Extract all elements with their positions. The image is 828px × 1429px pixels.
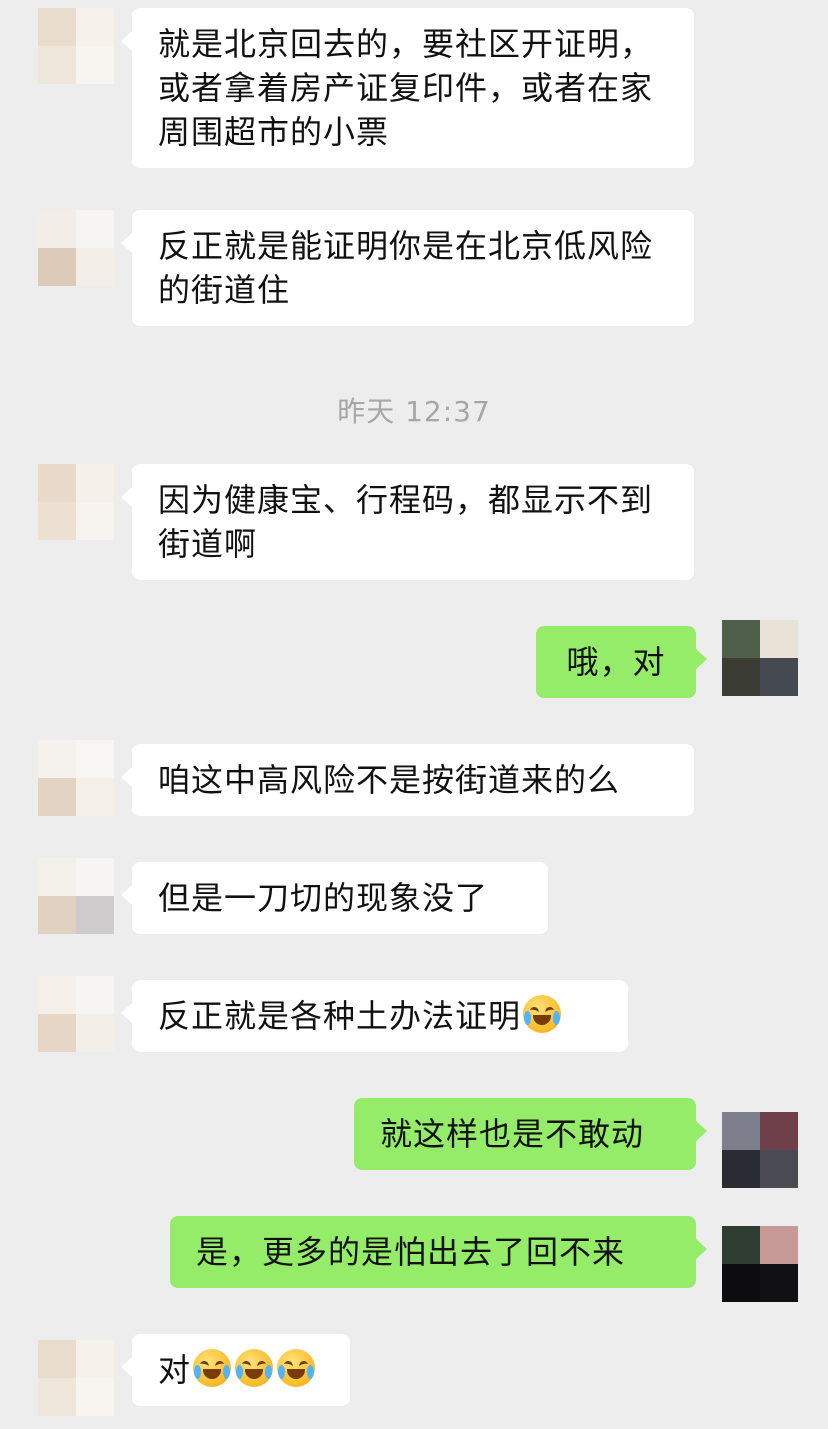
contact-avatar[interactable]: [38, 210, 114, 286]
my-avatar[interactable]: [722, 1226, 798, 1302]
message-bubble[interactable]: 就这样也是不敢动: [354, 1098, 707, 1170]
my-avatar[interactable]: [722, 1112, 798, 1188]
chat-message-list[interactable]: 就是北京回去的，要社区开证明，或者拿着房产证复印件，或者在家周围超市的小票 反正…: [0, 0, 828, 1429]
message-bubble[interactable]: 反正就是各种土办法证明: [121, 980, 628, 1052]
contact-avatar[interactable]: [38, 740, 114, 816]
message-bubble[interactable]: 哦，对: [536, 626, 707, 698]
crying-laughing-emoji-icon: [523, 995, 562, 1033]
message-bubble[interactable]: 反正就是能证明你是在北京低风险的街道住: [121, 210, 694, 326]
message-text: 就这样也是不敢动: [380, 1115, 645, 1153]
message-bubble[interactable]: 因为健康宝、行程码，都显示不到街道啊: [121, 464, 694, 580]
contact-avatar[interactable]: [38, 858, 114, 934]
message-bubble[interactable]: 但是一刀切的现象没了: [121, 862, 548, 934]
message-text: 对: [158, 1351, 192, 1389]
message-text: 但是一刀切的现象没了: [158, 879, 489, 917]
message-bubble[interactable]: 对: [121, 1334, 350, 1406]
message-text: 反正就是各种土办法证明: [158, 997, 522, 1035]
chat-timestamp: 昨天 12:37: [337, 395, 491, 428]
message-text: 哦，对: [566, 643, 666, 681]
message-text: 因为健康宝、行程码，都显示不到街道啊: [158, 481, 654, 563]
contact-avatar[interactable]: [38, 1340, 114, 1416]
message-text: 反正就是能证明你是在北京低风险的街道住: [158, 227, 654, 309]
crying-laughing-emoji-icon: [277, 1349, 316, 1387]
contact-avatar[interactable]: [38, 8, 114, 84]
message-bubble[interactable]: 是，更多的是怕出去了回不来: [170, 1216, 707, 1288]
contact-avatar[interactable]: [38, 464, 114, 540]
message-text: 就是北京回去的，要社区开证明，或者拿着房产证复印件，或者在家周围超市的小票: [158, 25, 654, 151]
message-bubble[interactable]: 咱这中高风险不是按街道来的么: [121, 744, 694, 816]
message-bubble[interactable]: 就是北京回去的，要社区开证明，或者拿着房产证复印件，或者在家周围超市的小票: [121, 8, 694, 168]
message-text: 咱这中高风险不是按街道来的么: [158, 761, 621, 799]
my-avatar[interactable]: [722, 620, 798, 696]
crying-laughing-emoji-icon: [193, 1349, 232, 1387]
message-text: 是，更多的是怕出去了回不来: [196, 1233, 626, 1271]
contact-avatar[interactable]: [38, 976, 114, 1052]
crying-laughing-emoji-icon: [235, 1349, 274, 1387]
